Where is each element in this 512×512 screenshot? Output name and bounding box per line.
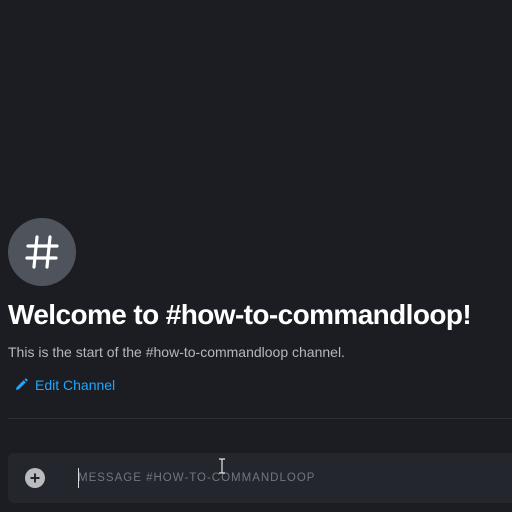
message-input[interactable] [78, 466, 498, 490]
plus-circle-icon [30, 473, 40, 483]
welcome-title: Welcome to #how-to-commandloop! [8, 299, 472, 330]
divider [8, 418, 512, 419]
hash-icon [25, 235, 59, 269]
channel-intro-text: This is the start of the #how-to-command… [8, 344, 345, 360]
edit-channel-link[interactable]: Edit Channel [14, 376, 115, 394]
text-cursor-icon [218, 458, 226, 479]
channel-avatar [8, 218, 76, 286]
pencil-icon [14, 378, 28, 392]
chat-area: Welcome to #how-to-commandloop! This is … [0, 0, 512, 512]
edit-channel-label: Edit Channel [35, 377, 116, 393]
message-composer [8, 453, 512, 503]
attach-button[interactable] [25, 468, 45, 488]
